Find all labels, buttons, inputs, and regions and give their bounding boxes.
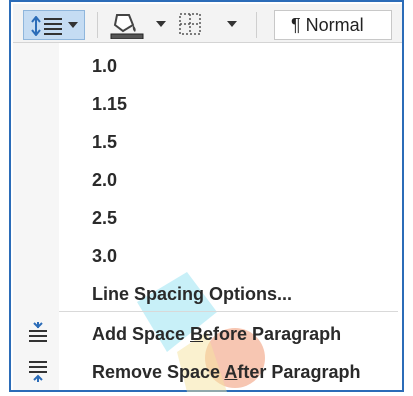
borders-icon[interactable] [179,13,201,35]
chevron-down-icon[interactable] [156,21,166,27]
paint-bucket-icon[interactable] [109,11,145,39]
toolbar-separator [97,12,98,38]
line-spacing-options-item[interactable]: Line Spacing Options... [13,275,402,313]
line-spacing-icon [31,16,62,36]
spacing-option-label: 2.0 [92,170,118,190]
spacing-option-label: 2.5 [92,208,118,228]
menu-separator [59,311,398,312]
add-space-before-paragraph-item[interactable]: Add Space Before Paragraph [13,315,402,353]
remove-space-after-label: Remove Space After Paragraph [92,362,361,382]
spacing-option-2-0[interactable]: 2.0 [13,161,402,199]
chevron-down-icon [68,22,78,28]
spacing-option-label: 1.15 [92,94,128,114]
remove-space-after-icon [29,361,47,382]
spacing-option-1-5[interactable]: 1.5 [13,123,402,161]
spacing-option-label: 1.0 [92,56,118,76]
line-spacing-menu-window: ¶ Normal 1.0 1.15 1.5 2.0 2.5 3.0 Line S… [9,0,404,392]
spacing-option-2-5[interactable]: 2.5 [13,199,402,237]
add-space-before-icon [29,322,47,342]
spacing-option-1-15[interactable]: 1.15 [13,85,402,123]
style-normal[interactable]: ¶ Normal [274,10,392,40]
spacing-option-label: 1.5 [92,132,118,152]
line-spacing-button[interactable] [23,10,85,40]
spacing-option-1-0[interactable]: 1.0 [13,47,402,85]
add-space-before-label: Add Space Before Paragraph [92,324,342,344]
ribbon-toolbar: ¶ Normal [13,4,402,43]
toolbar-separator [256,12,257,38]
line-spacing-dropdown: 1.0 1.15 1.5 2.0 2.5 3.0 Line Spacing Op… [13,43,402,392]
remove-space-after-paragraph-item[interactable]: Remove Space After Paragraph [13,353,402,391]
spacing-option-label: 3.0 [92,246,118,266]
spacing-option-3-0[interactable]: 3.0 [13,237,402,275]
line-spacing-options-label: Line Spacing Options... [92,284,293,304]
chevron-down-icon[interactable] [227,21,237,27]
